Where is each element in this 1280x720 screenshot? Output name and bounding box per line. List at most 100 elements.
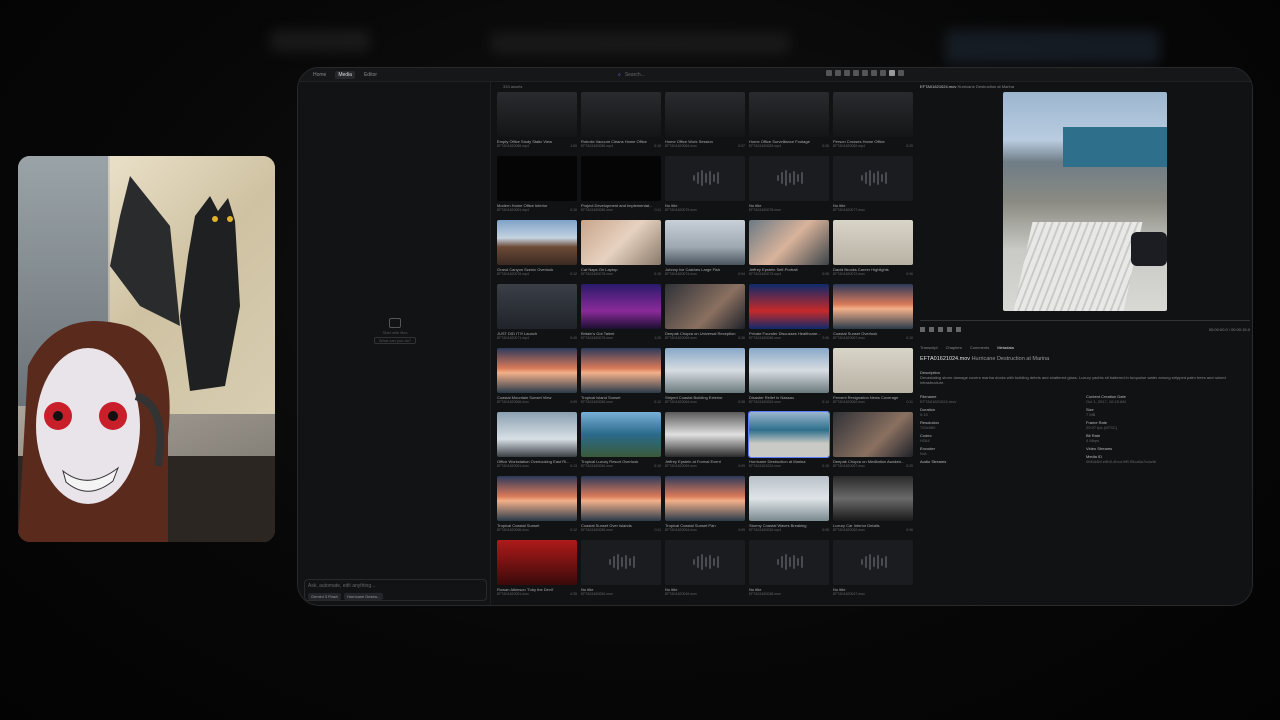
list-view-icon[interactable]	[898, 70, 904, 76]
media-tile[interactable]: Cat Naps On Laptop EFTA01620075.mov 0:15	[581, 220, 661, 284]
media-tile[interactable]: Stormy Coastal Waves Breaking EFTA0162005…	[749, 476, 829, 540]
chat-input[interactable]: Ask, automate, edit anything... Gemini 3…	[304, 579, 487, 601]
media-tile[interactable]: Deepak Chopra on Meditation Awaken... EFT…	[833, 412, 913, 476]
media-tile[interactable]: No title EFTA01620050.mov	[581, 540, 661, 604]
tile-filename: EFTA01620049.mov	[665, 592, 697, 596]
scrubber[interactable]	[920, 315, 1250, 321]
refresh-icon[interactable]	[871, 70, 877, 76]
tile-filename: EFTA01620072.mov	[833, 272, 865, 276]
metadata-value: 720x960	[920, 425, 936, 430]
media-grid: 333 assets Empty Office Study Static Vie…	[493, 82, 915, 605]
nav: Home Media Editor	[310, 71, 380, 79]
tile-duration: 1:20	[654, 336, 661, 340]
grid-view-icon[interactable]	[889, 70, 895, 76]
media-tile[interactable]: Jeffrey Epstein at Formal Event EFTA01620…	[665, 412, 745, 476]
media-tile[interactable]: Britain's Got Talent EFTA01620070.mov 1:20	[581, 284, 661, 348]
media-tile[interactable]: No title EFTA01620049.mov	[665, 540, 745, 604]
media-tile[interactable]: JUST DID IT!!! Launch EFTA01620071.mp4 0:4…	[497, 284, 577, 348]
tile-duration: 0:08	[822, 272, 829, 276]
media-tile[interactable]: Tropical Coastal Sunset EFTA01620056.mov 0…	[497, 476, 577, 540]
fullscreen-icon[interactable]	[956, 326, 961, 332]
tile-meta: EFTA01620083.mp4 0:26	[749, 144, 829, 148]
tile-meta: EFTA01620062.mov 0:11	[833, 400, 913, 404]
nav-media[interactable]: Media	[335, 71, 355, 79]
video-thumbnail	[833, 220, 913, 265]
media-tile[interactable]: Tropical Luxury Resort Overlook EFTA01620…	[581, 412, 661, 476]
media-tile[interactable]: Person Crosses Home Office EFTA01620082.m…	[833, 92, 913, 156]
model-selector[interactable]: Gemini 3 Flash	[308, 593, 341, 600]
media-tile[interactable]: Disaster Relief in Nassau EFTA01620063.mo…	[749, 348, 829, 412]
video-thumbnail	[749, 284, 829, 329]
media-tile[interactable]: Project Development and Implementat... EF…	[581, 156, 661, 220]
video-thumbnail	[833, 476, 913, 521]
media-tile[interactable]: Jeffrey Epstein Self-Portrait EFTA0162007…	[749, 220, 829, 284]
media-tile[interactable]: No title EFTA01620047.mov	[833, 540, 913, 604]
media-tile[interactable]: Grand Canyon Scenic Overlook EFTA01620076…	[497, 220, 577, 284]
media-tile[interactable]: No title EFTA01620079.mov	[665, 156, 745, 220]
what-can-you-do-button[interactable]: What can you do?	[374, 337, 416, 344]
tile-duration: 0:10	[654, 464, 661, 468]
tag-icon[interactable]	[853, 70, 859, 76]
sort-icon[interactable]	[835, 70, 841, 76]
context-tag[interactable]: Hurricane Destru...	[343, 593, 384, 600]
media-tile[interactable]: Tropical Island Sunset EFTA01620065.mov 0:…	[581, 348, 661, 412]
tab-chapters[interactable]: Chapters	[946, 345, 962, 350]
tile-meta: EFTA01620086.mp4 1:00	[497, 144, 577, 148]
search-bar[interactable]: ⌕ Search...	[618, 70, 818, 79]
media-tile[interactable]: Home Office Work Session EFTA01620084.mov…	[665, 92, 745, 156]
media-tile[interactable]: Coastal Mountain Sunset View EFTA01620066…	[497, 348, 577, 412]
media-tile[interactable]: Rowan Atkinson 'Toby the Devil' EFTA01620…	[497, 540, 577, 604]
media-tile[interactable]: Office Workstation Overlooking East Ri..…	[497, 412, 577, 476]
loop-icon[interactable]	[947, 326, 952, 332]
tile-filename: EFTA01620054.mov	[665, 528, 697, 532]
tile-filename: EFTA01620060.mov	[581, 464, 613, 468]
upload-icon[interactable]	[880, 70, 886, 76]
media-tile[interactable]: Deepak Chopra on Universal Reception EFTA…	[665, 284, 745, 348]
media-tile[interactable]: Private Founder Discusses Healthcare... E…	[749, 284, 829, 348]
size-icon[interactable]	[862, 70, 868, 76]
group-icon[interactable]	[844, 70, 850, 76]
tab-transcript[interactable]: Transcript	[920, 345, 938, 350]
media-tile[interactable]: Robotic Vacuum Cleans Home Office EFTA016…	[581, 92, 661, 156]
video-thumbnail	[581, 476, 661, 521]
app-window: Home Media Editor ⌕ Search... Start with…	[297, 67, 1253, 606]
nav-editor[interactable]: Editor	[361, 71, 380, 79]
media-tile[interactable]: Home Office Surveillance Footage EFTA0162…	[749, 92, 829, 156]
tile-meta: EFTA01620075.mov 0:15	[581, 272, 661, 276]
tile-meta: EFTA01620069.mov 0:30	[665, 336, 745, 340]
tile-duration: 0:15	[822, 464, 829, 468]
tab-metadata[interactable]: Metadata	[997, 345, 1014, 350]
tile-duration: 0:09	[738, 464, 745, 468]
nav-home[interactable]: Home	[310, 71, 329, 79]
media-tile[interactable]: David Brooks Career Highlights EFTA016200…	[833, 220, 913, 284]
media-tile[interactable]: No title EFTA01620078.mov	[749, 156, 829, 220]
tile-filename: EFTA01620082.mp4	[833, 144, 866, 148]
media-tile[interactable]: No title EFTA01620077.mov	[833, 156, 913, 220]
step-back-icon[interactable]	[929, 326, 934, 332]
media-tile[interactable]: Empty Office Study Static View EFTA016200…	[497, 92, 577, 156]
step-forward-icon[interactable]	[938, 326, 943, 332]
tab-comments[interactable]: Comments	[970, 345, 989, 350]
play-icon[interactable]	[920, 326, 925, 332]
video-preview[interactable]	[1003, 92, 1167, 311]
media-tile[interactable]: Striped Coastal Building Exterior EFTA016…	[665, 348, 745, 412]
chat-panel: Start with files What can you do? Ask, a…	[298, 82, 491, 605]
media-tile[interactable]: No title EFTA01620048.mov	[749, 540, 829, 604]
media-tile[interactable]: Modern Home Office Interior EFTA01620081.…	[497, 156, 577, 220]
filter-icon[interactable]	[826, 70, 832, 76]
media-tile[interactable]: Coastal Sunset Over Islands EFTA01620055.…	[581, 476, 661, 540]
media-tile[interactable]: Tropical Coastal Sunset Pan EFTA01620054.…	[665, 476, 745, 540]
tile-filename: EFTA01620051.mov	[497, 592, 529, 596]
video-thumbnail	[749, 476, 829, 521]
media-tile[interactable]: Johnny Ive Catches Large Fish EFTA0162007…	[665, 220, 745, 284]
tile-filename: EFTA01620059.mov	[665, 464, 697, 468]
media-tile[interactable]: Coastal Sunset Overlook EFTA01620067.mov 0…	[833, 284, 913, 348]
media-tile[interactable]: Fervent Resignation News Coverage EFTA016…	[833, 348, 913, 412]
video-thumbnail	[749, 348, 829, 393]
tile-filename: EFTA01620084.mov	[665, 144, 697, 148]
media-tile[interactable]: Hurricane Destruction at Marina EFTA01621…	[748, 411, 830, 476]
audio-waveform-thumbnail	[833, 540, 913, 585]
tile-filename: EFTA01620075.mov	[581, 272, 613, 276]
tile-filename: EFTA01620066.mov	[497, 400, 529, 404]
media-tile[interactable]: Luxury Car Interior Details EFTA01620052.…	[833, 476, 913, 540]
